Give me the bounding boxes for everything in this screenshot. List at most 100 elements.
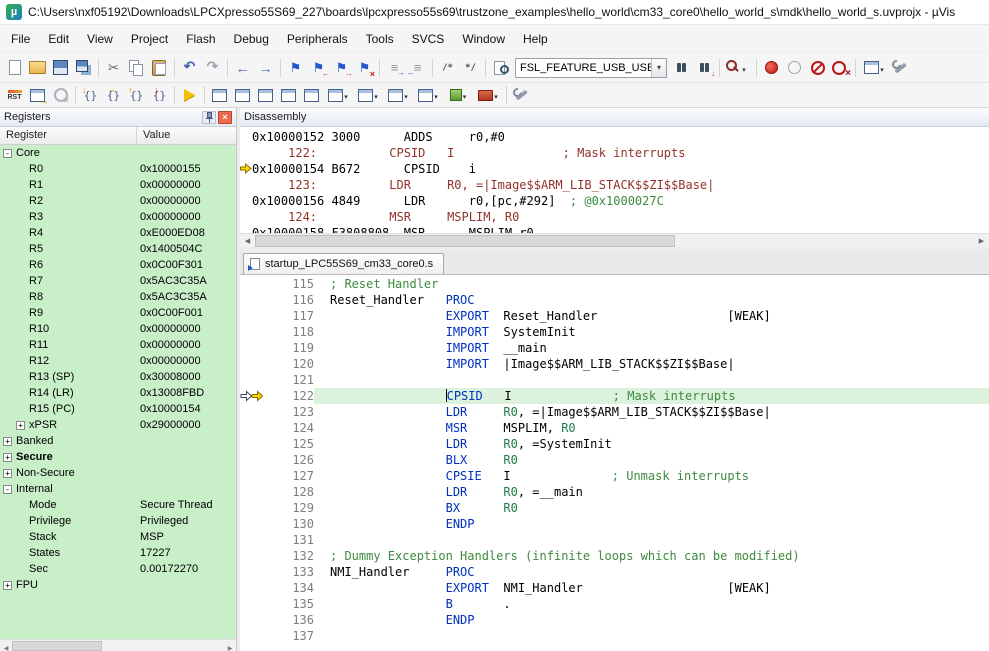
analysis-windows-dropdown[interactable] [413, 85, 443, 106]
editor-line[interactable]: 118 IMPORT SystemInit [240, 324, 989, 340]
register-row[interactable]: R120x00000000 [0, 353, 236, 369]
register-row[interactable]: R13 (SP)0x30008000 [0, 369, 236, 385]
copy-button[interactable] [125, 57, 148, 78]
expand-icon[interactable]: + [16, 421, 25, 430]
configure-button[interactable] [889, 57, 912, 78]
expand-icon[interactable]: + [3, 581, 12, 590]
editor-margin[interactable] [240, 564, 266, 580]
scrollbar-thumb[interactable] [12, 641, 102, 651]
register-row[interactable]: R40xE000ED08 [0, 225, 236, 241]
code-text[interactable]: ENDP [314, 612, 989, 628]
code-text[interactable] [314, 372, 989, 388]
indent-button[interactable] [383, 57, 406, 78]
disassembly-line[interactable]: 0x10000158 F3808808 MSR MSPLIM,r0 [240, 225, 989, 233]
registers-hscrollbar[interactable] [0, 639, 236, 651]
step-into-button[interactable] [79, 85, 102, 106]
editor-line[interactable]: 127 CPSIE I ; Unmask interrupts [240, 468, 989, 484]
code-text[interactable]: ENDP [314, 516, 989, 532]
toggle-breakpoint-button[interactable] [760, 57, 783, 78]
disassembly-line[interactable]: 0x10000156 4849 LDR r0,[pc,#292] ; @0x10… [240, 193, 989, 209]
editor-margin[interactable] [240, 308, 266, 324]
editor-margin[interactable] [240, 628, 266, 644]
new-file-button[interactable] [3, 57, 26, 78]
editor-margin[interactable] [240, 500, 266, 516]
editor-line[interactable]: 123 LDR R0, =|Image$$ARM_LIB_STACK$$ZI$$… [240, 404, 989, 420]
code-text[interactable]: CPSID I ; Mask interrupts [314, 388, 989, 404]
editor-margin[interactable] [240, 436, 266, 452]
stop-button[interactable] [49, 85, 72, 106]
redo-button[interactable] [201, 57, 224, 78]
editor-line[interactable]: 131 [240, 532, 989, 548]
disassembly-line[interactable]: 122: CPSID I ; Mask interrupts [240, 145, 989, 161]
command-window-button[interactable] [208, 85, 231, 106]
incremental-find-button[interactable] [693, 57, 716, 78]
code-text[interactable]: IMPORT __main [314, 340, 989, 356]
save-button[interactable] [49, 57, 72, 78]
editor-line[interactable]: 130 ENDP [240, 516, 989, 532]
step-out-button[interactable] [125, 85, 148, 106]
disable-all-breakpoints-button[interactable] [806, 57, 829, 78]
editor-line[interactable]: 136 ENDP [240, 612, 989, 628]
column-header-register[interactable]: Register [0, 127, 137, 144]
code-text[interactable]: LDR R0, =SystemInit [314, 436, 989, 452]
register-row[interactable]: R110x00000000 [0, 337, 236, 353]
expand-icon[interactable]: + [3, 453, 12, 462]
register-row[interactable]: R50x1400504C [0, 241, 236, 257]
editor-line[interactable]: 115; Reset Handler [240, 276, 989, 292]
editor-code[interactable]: 115; Reset Handler116Reset_Handler PROC 1… [240, 275, 989, 651]
menu-peripherals[interactable]: Peripherals [278, 28, 357, 50]
code-text[interactable]: EXPORT NMI_Handler [WEAK] [314, 580, 989, 596]
disassembly-line[interactable]: 123: LDR R0, =|Image$$ARM_LIB_STACK$$ZI$… [240, 177, 989, 193]
toolbox-dropdown[interactable] [473, 85, 503, 106]
editor-margin[interactable] [240, 532, 266, 548]
register-row[interactable]: ModeSecure Thread [0, 497, 236, 513]
disassembly-line[interactable]: 124: MSR MSPLIM, R0 [240, 209, 989, 225]
pin-icon[interactable] [202, 111, 216, 124]
editor-line[interactable]: 129 BX R0 [240, 500, 989, 516]
disassembly-line[interactable]: 0x10000154 B672 CPSID i [240, 161, 989, 177]
scroll-left-icon[interactable] [240, 234, 255, 247]
editor-margin[interactable] [240, 596, 266, 612]
menu-view[interactable]: View [78, 28, 122, 50]
menu-window[interactable]: Window [453, 28, 514, 50]
editor-margin[interactable] [240, 276, 266, 292]
register-row[interactable]: States17227 [0, 545, 236, 561]
register-row[interactable]: R14 (LR)0x13008FBD [0, 385, 236, 401]
register-row[interactable]: R15 (PC)0x10000154 [0, 401, 236, 417]
editor-line[interactable]: 119 IMPORT __main [240, 340, 989, 356]
register-row[interactable]: Sec0.00172270 [0, 561, 236, 577]
find-in-files-button[interactable] [489, 57, 512, 78]
kill-all-breakpoints-button[interactable] [829, 57, 852, 78]
editor-margin[interactable] [240, 420, 266, 436]
code-text[interactable] [314, 628, 989, 644]
step-over-button[interactable] [102, 85, 125, 106]
find-button[interactable] [670, 57, 693, 78]
register-row[interactable]: PrivilegePrivileged [0, 513, 236, 529]
show-next-statement-button[interactable] [26, 85, 49, 106]
code-text[interactable]: Reset_Handler PROC [314, 292, 989, 308]
editor-margin[interactable] [240, 484, 266, 500]
code-text[interactable]: ; Reset Handler [314, 276, 989, 292]
code-text[interactable]: LDR R0, =__main [314, 484, 989, 500]
menu-file[interactable]: File [2, 28, 39, 50]
editor-margin[interactable] [240, 516, 266, 532]
editor-line[interactable]: 135 B . [240, 596, 989, 612]
combobox-dropdown-icon[interactable] [651, 59, 666, 77]
editor-margin[interactable] [240, 468, 266, 484]
editor-line[interactable]: 128 LDR R0, =__main [240, 484, 989, 500]
close-icon[interactable] [218, 111, 232, 124]
scroll-right-icon[interactable] [974, 234, 989, 247]
find-dropdown-button[interactable] [723, 57, 753, 78]
code-text[interactable]: EXPORT Reset_Handler [WEAK] [314, 308, 989, 324]
menu-help[interactable]: Help [514, 28, 557, 50]
code-text[interactable]: BX R0 [314, 500, 989, 516]
editor-margin[interactable] [240, 340, 266, 356]
expand-icon[interactable]: + [3, 437, 12, 446]
editor-line[interactable]: 125 LDR R0, =SystemInit [240, 436, 989, 452]
register-row[interactable]: StackMSP [0, 529, 236, 545]
register-row[interactable]: R100x00000000 [0, 321, 236, 337]
menu-tools[interactable]: Tools [357, 28, 403, 50]
editor-line[interactable]: 137 [240, 628, 989, 644]
editor-line[interactable]: 116Reset_Handler PROC [240, 292, 989, 308]
navigate-back-button[interactable] [231, 57, 254, 78]
